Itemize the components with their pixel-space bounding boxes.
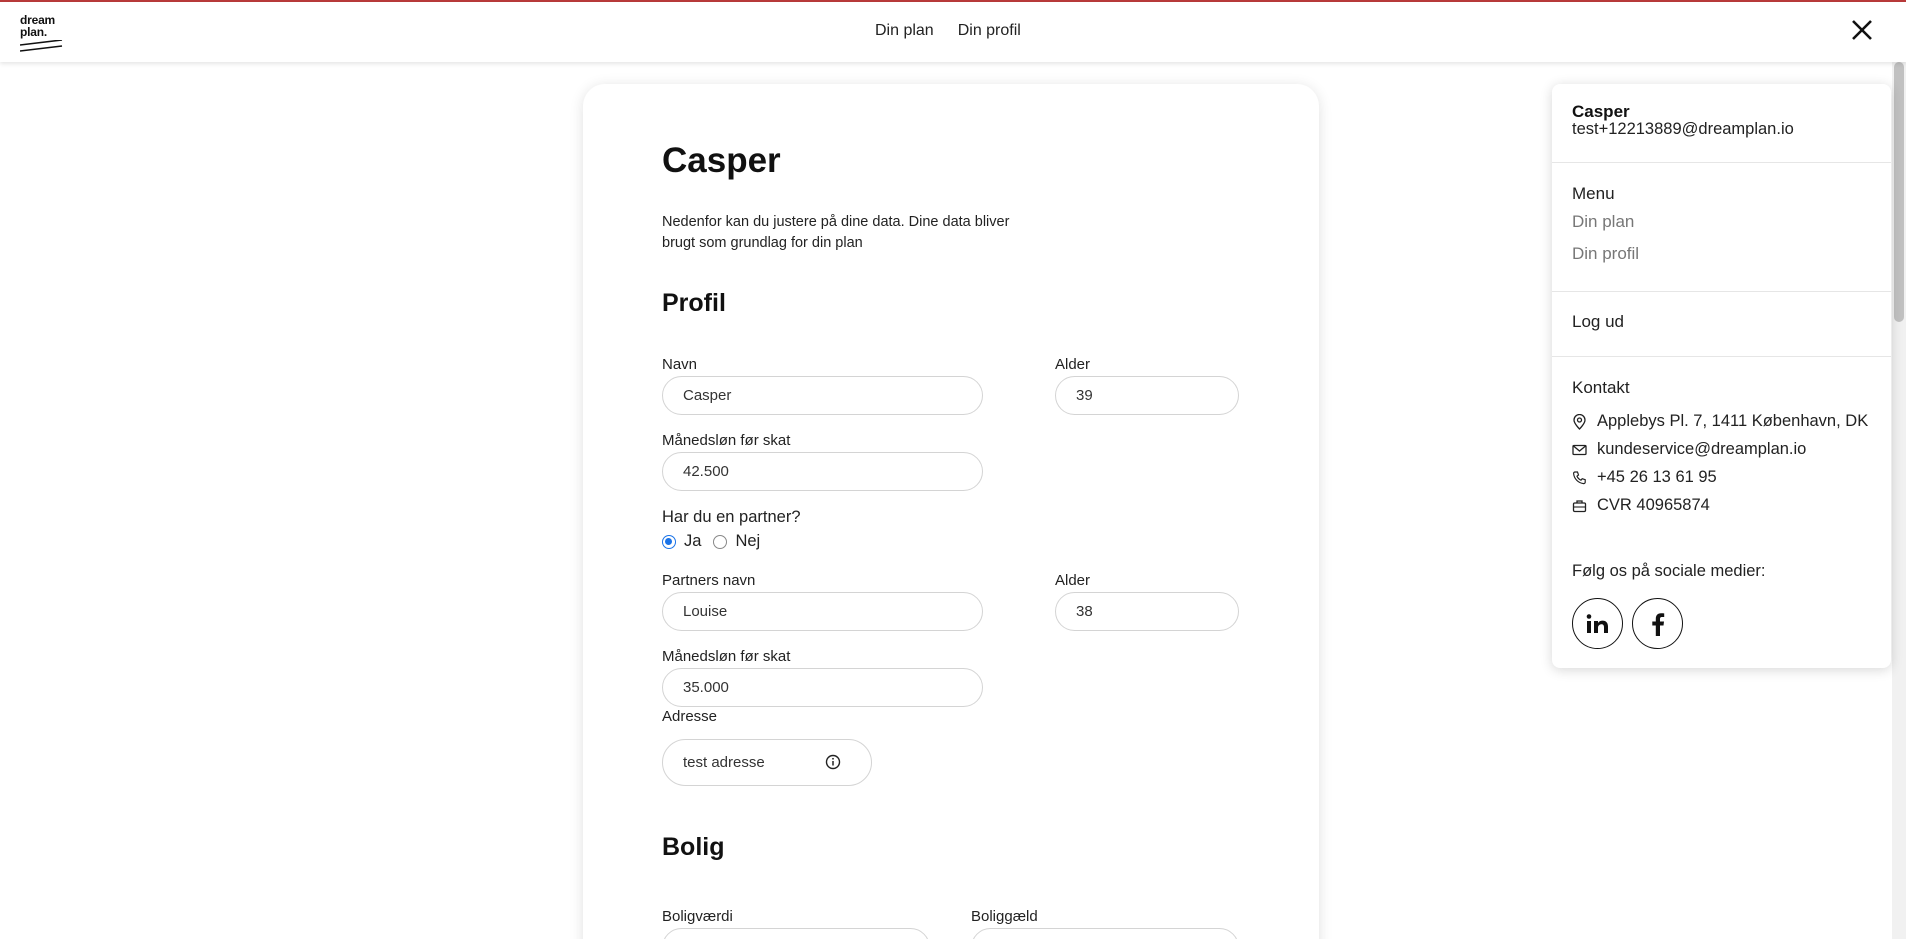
top-navigation: Din plan Din profil [875,22,1021,40]
page-title: Casper [662,141,781,180]
panel-user-email: test+12213889@dreamplan.io [1572,120,1794,138]
age-field[interactable]: 39 [1055,376,1239,415]
linkedin-icon [1586,613,1608,633]
salary-field[interactable]: 42.500 [662,452,983,491]
nav-din-plan[interactable]: Din plan [875,22,934,40]
home-value-field[interactable] [662,928,930,939]
contact-cvr: CVR 40965874 [1572,496,1710,515]
contact-address-text: Applebys Pl. 7, 1411 København, DK [1597,412,1869,430]
panel-divider [1552,356,1891,357]
close-icon [1852,20,1872,40]
linkedin-button[interactable] [1572,598,1623,649]
user-menu-panel: Casper test+12213889@dreamplan.io Menu D… [1552,84,1891,668]
home-value-label: Boligværdi [662,908,733,925]
contact-phone[interactable]: +45 26 13 61 95 [1572,468,1717,487]
logout-link[interactable]: Log ud [1572,312,1624,332]
facebook-icon [1651,612,1664,636]
partner-question: Har du en partner? [662,508,801,526]
home-debt-field[interactable] [971,928,1239,939]
contact-cvr-text: CVR 40965874 [1597,496,1710,514]
info-icon[interactable] [825,754,841,770]
panel-divider [1552,162,1891,163]
panel-user-name: Casper [1572,102,1630,121]
partner-radio-group: Ja Nej [662,532,760,551]
contact-phone-text[interactable]: +45 26 13 61 95 [1597,468,1717,487]
partner-salary-field[interactable]: 35.000 [662,668,983,707]
page-scrollbar-thumb[interactable] [1894,62,1904,322]
address-value: test adresse [683,754,765,771]
mail-icon [1572,444,1587,455]
panel-menu-din-profil[interactable]: Din profil [1572,244,1639,264]
location-pin-icon [1573,413,1586,430]
menu-heading: Menu [1572,184,1615,203]
home-debt-label: Boliggæld [971,908,1038,925]
phone-icon [1572,470,1586,484]
section-title-profil: Profil [662,289,726,317]
panel-menu-din-plan[interactable]: Din plan [1572,212,1634,232]
salary-label: Månedsløn før skat [662,432,791,449]
facebook-button[interactable] [1632,598,1683,649]
close-menu-button[interactable] [1848,16,1876,44]
partner-yes-radio[interactable] [662,534,676,549]
partner-age-label: Alder [1055,572,1091,589]
partner-no-label[interactable]: Nej [735,532,760,551]
partner-name-label: Partners navn [662,572,756,589]
contact-heading: Kontakt [1572,378,1630,397]
partner-no-radio[interactable] [713,534,728,549]
logo-underline-icon [20,40,63,52]
partner-name-field[interactable]: Louise [662,592,983,631]
panel-divider [1552,291,1891,292]
partner-yes-label[interactable]: Ja [684,532,701,551]
social-heading: Følg os på sociale medier: [1572,562,1766,580]
briefcase-icon [1572,499,1587,512]
name-label: Navn [662,356,698,373]
top-header: dream plan. Din plan Din profil [0,2,1906,62]
address-label: Adresse [662,708,718,725]
address-field[interactable]: test adresse [662,739,872,786]
partner-salary-label: Månedsløn før skat [662,648,791,665]
partner-age-field[interactable]: 38 [1055,592,1239,631]
logo-text-line2: plan. [20,25,48,39]
nav-din-profil[interactable]: Din profil [958,22,1021,40]
contact-email-text[interactable]: kundeservice@dreamplan.io [1597,440,1806,459]
contact-email[interactable]: kundeservice@dreamplan.io [1572,440,1806,459]
age-label: Alder [1055,356,1091,373]
section-title-bolig: Bolig [662,833,725,861]
name-field[interactable]: Casper [662,376,983,415]
intro-text: Nedenfor kan du justere på dine data. Di… [662,214,1010,251]
dreamplan-logo[interactable]: dream plan. [20,14,64,52]
profile-card: Casper Nedenfor kan du justere på dine d… [583,84,1319,939]
contact-address: Applebys Pl. 7, 1411 København, DK [1572,412,1868,431]
